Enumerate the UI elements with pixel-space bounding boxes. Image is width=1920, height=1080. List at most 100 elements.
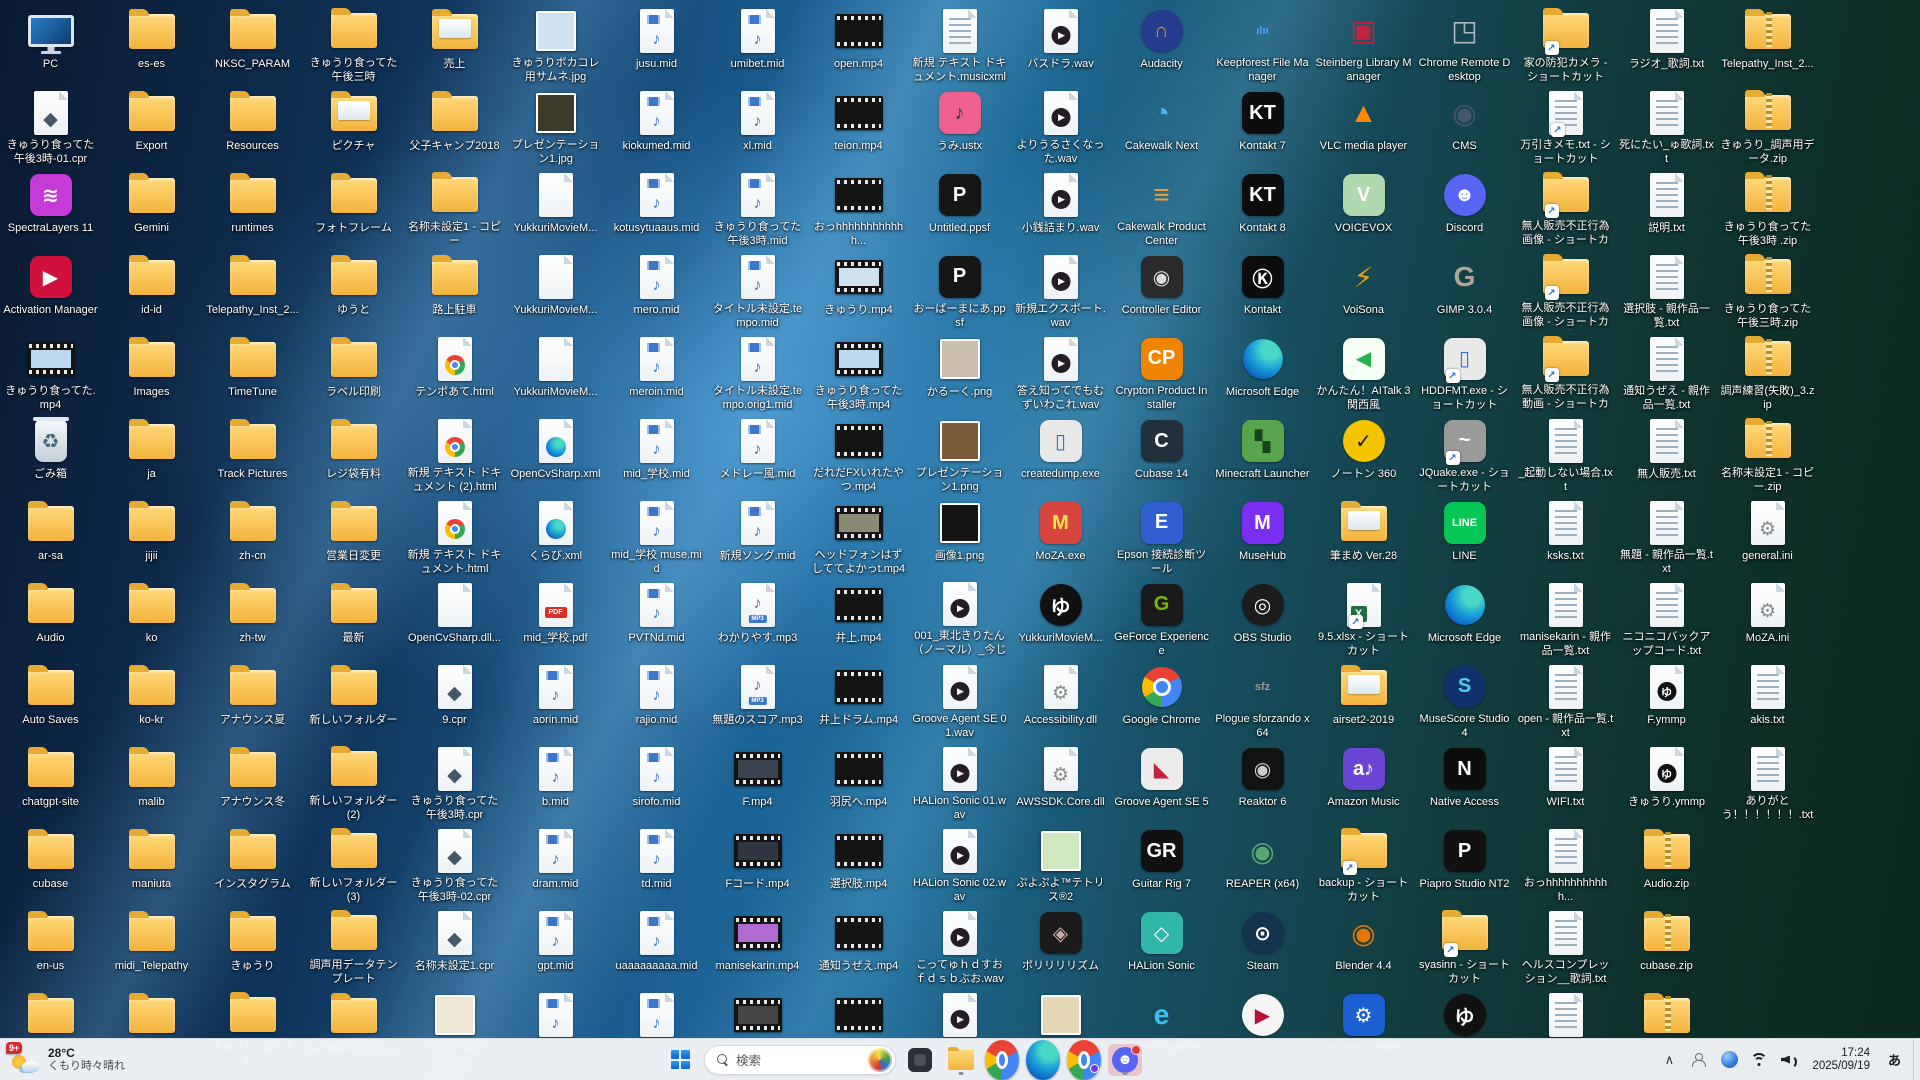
desktop-icon[interactable]: 通知うぜえ.mp4 [808,906,909,986]
desktop-icon[interactable]: ⊙Steam [1212,906,1313,986]
desktop-icon[interactable]: airset2-2019 [1313,660,1414,740]
desktop-icon[interactable]: ゆきゅうり.ymmp [1616,742,1717,822]
desktop-icon[interactable]: CCubase 14 [1111,414,1212,494]
desktop-icon[interactable]: ↗無人販売不正行為画像 - ショートカット [1515,250,1616,330]
volume-button[interactable] [1776,1044,1802,1076]
desktop-icon[interactable]: ◆9.cpr [404,660,505,740]
desktop-icon[interactable]: Microsoft Edge [1414,578,1515,658]
desktop-icon[interactable]: ▶こってゅｈｄすおｆｄｓｂぶお.wav [909,906,1010,986]
desktop-icon[interactable]: ✓ノートン 360 [1313,414,1414,494]
desktop-icon[interactable]: おっhhhhhhhhhhhh... [808,168,909,248]
desktop-icon[interactable]: 名称未設定1 - コピー.zip [1717,414,1818,494]
desktop-icon[interactable]: 死にたい_ゅ歌詞.txt [1616,86,1717,166]
desktop-icon[interactable]: ◈ポリリリリズム [1010,906,1111,986]
desktop-icon[interactable]: ♪dram.mid [505,824,606,904]
weather-widget[interactable]: 9+ 28°C くもり時々晴れ [0,1039,139,1080]
desktop-icon[interactable]: 売上 [404,4,505,84]
desktop-icon[interactable]: 無題 - 親作品一覧.txt [1616,496,1717,576]
desktop-icon[interactable]: PC [0,4,101,84]
desktop-icon[interactable]: id-id [101,250,202,330]
desktop-icon[interactable]: ♪rajio.mid [606,660,707,740]
desktop-icon[interactable]: 選択肢.mp4 [808,824,909,904]
desktop-icon[interactable]: ☻Discord [1414,168,1515,248]
desktop-icon[interactable]: Microsoft Edge [1212,332,1313,412]
desktop-icon[interactable]: KTKontakt 8 [1212,168,1313,248]
desktop-icon[interactable]: プレゼンテーション1.png [909,414,1010,494]
desktop-icon[interactable]: ⓀKontakt [1212,250,1313,330]
desktop-icon[interactable]: sfzPlogue sforzando x64 [1212,660,1313,740]
file-explorer-button[interactable] [944,1044,978,1076]
desktop-icon[interactable]: Audio.zip [1616,824,1717,904]
desktop-icon[interactable]: midi_Telepathy [101,906,202,986]
desktop-icon[interactable]: 通知うぜえ - 親作品一覧.txt [1616,332,1717,412]
desktop-icon[interactable]: OpenCvSharp.xml [505,414,606,494]
desktop-icon[interactable]: きゅうり [202,906,303,986]
desktop-icon[interactable]: ≡Cakewalk Product Center [1111,168,1212,248]
desktop-icon[interactable]: プレゼンテーション1.jpg [505,86,606,166]
desktop-icon[interactable]: ▶答え知ってでもむずいわこれ.wav [1010,332,1111,412]
desktop-icon[interactable]: ゆF.ymmp [1616,660,1717,740]
desktop-icon[interactable]: ▶Groove Agent SE 01.wav [909,660,1010,740]
desktop-icon[interactable]: X↗9.5.xlsx - ショートカット [1313,578,1414,658]
desktop-icon[interactable]: ♪タイトル未設定.tempo.orig1.mid [707,332,808,412]
desktop-icon[interactable]: ♪メドレー風.mid [707,414,808,494]
desktop-icon[interactable]: a♪Amazon Music [1313,742,1414,822]
desktop-icon[interactable]: くらび.xml [505,496,606,576]
desktop-icon[interactable]: Auto Saves [0,660,101,740]
desktop-icon[interactable]: manisekarin - 親作品一覧.txt [1515,578,1616,658]
network-button[interactable] [1746,1044,1772,1076]
desktop-icon[interactable]: CPCrypton Product Installer [1111,332,1212,412]
desktop-icon[interactable]: ◆名称未設定1.cpr [404,906,505,986]
desktop-icon[interactable]: きゅうり食ってた午後三時 [303,4,404,84]
desktop-icon[interactable]: SMuseScore Studio 4 [1414,660,1515,740]
desktop-icon[interactable]: PPiapro Studio NT2 [1414,824,1515,904]
desktop-icon[interactable]: NNative Access [1414,742,1515,822]
desktop-icon[interactable]: ♪meroin.mid [606,332,707,412]
desktop-icon[interactable]: PDFmid_学校.pdf [505,578,606,658]
desktop-icon[interactable]: ♪PVTNd.mid [606,578,707,658]
desktop-icon[interactable]: OpenCvSharp.dll... [404,578,505,658]
desktop-icon[interactable]: ♪きゅうり食ってた午後3時.mid [707,168,808,248]
desktop-icon[interactable]: ◳Chrome Remote Desktop [1414,4,1515,84]
desktop-icon[interactable]: ♪mid_学校 muse.mid [606,496,707,576]
desktop-icon[interactable]: Fコード.mp4 [707,824,808,904]
tray-overflow-button[interactable]: ∧ [1656,1044,1682,1076]
desktop-icon[interactable]: ♪kiokumed.mid [606,86,707,166]
desktop-icon[interactable]: 営業日変更 [303,496,404,576]
desktop-icon[interactable]: ↗backup - ショートカット [1313,824,1414,904]
desktop-icon[interactable]: 井上.mp4 [808,578,909,658]
desktop-icon[interactable]: きゅうり食ってた午後3時 .zip [1717,168,1818,248]
desktop-icon[interactable]: ♪aorin.mid [505,660,606,740]
desktop-icon[interactable]: 新しいフォルダー (2) [303,742,404,822]
desktop-icon[interactable]: chatgpt-site [0,742,101,822]
ime-indicator[interactable]: あ [1880,1050,1909,1069]
desktop-icon[interactable]: cubase.zip [1616,906,1717,986]
desktop-icon[interactable]: ♪mero.mid [606,250,707,330]
desktop-icon[interactable]: ▚Minecraft Launcher [1212,414,1313,494]
copilot-tray-button[interactable] [1716,1044,1742,1076]
desktop-icon[interactable]: ⚙general.ini [1717,496,1818,576]
desktop-icon[interactable]: ゆうと [303,250,404,330]
desktop-icon[interactable]: ◉Blender 4.4 [1313,906,1414,986]
desktop-icon[interactable]: ◆きゅうり食ってた午後3時-02.cpr [404,824,505,904]
desktop-icon[interactable]: おっhhhhhhhhhhh... [1515,824,1616,904]
desktop-icon[interactable]: 羽尻へ.mp4 [808,742,909,822]
desktop-icon[interactable]: malib [101,742,202,822]
search-highlight-avatar[interactable] [868,1048,892,1072]
desktop-icon[interactable]: ラジオ_歌詞.txt [1616,4,1717,84]
desktop-icon[interactable]: ♪うみ.ustx [909,86,1010,166]
desktop-icon[interactable]: ▯↗HDDFMT.exe - ショートカット [1414,332,1515,412]
desktop-icon[interactable]: ▶001_東北きりたん（ノーマル）_今じゃ... [909,578,1010,658]
desktop-icon[interactable]: ♪kotusytuaaus.mid [606,168,707,248]
desktop-icon[interactable]: _起動しない場合.txt [1515,414,1616,494]
desktop-icon[interactable]: ♪新規ソング.mid [707,496,808,576]
desktop-icon[interactable]: zh-tw [202,578,303,658]
desktop-icon[interactable]: YukkuriMovieM... [505,250,606,330]
desktop-icon[interactable]: EEpson 接続診断ツール [1111,496,1212,576]
desktop-icon[interactable]: ↗無人販売不正行為動画 - ショートカット [1515,332,1616,412]
desktop-icon[interactable]: かるーく.png [909,332,1010,412]
task-view-dark-app[interactable] [903,1044,937,1076]
desktop-icon[interactable]: Export [101,86,202,166]
start-button[interactable] [663,1044,697,1076]
desktop-icon[interactable]: 調声用データテンプレート [303,906,404,986]
